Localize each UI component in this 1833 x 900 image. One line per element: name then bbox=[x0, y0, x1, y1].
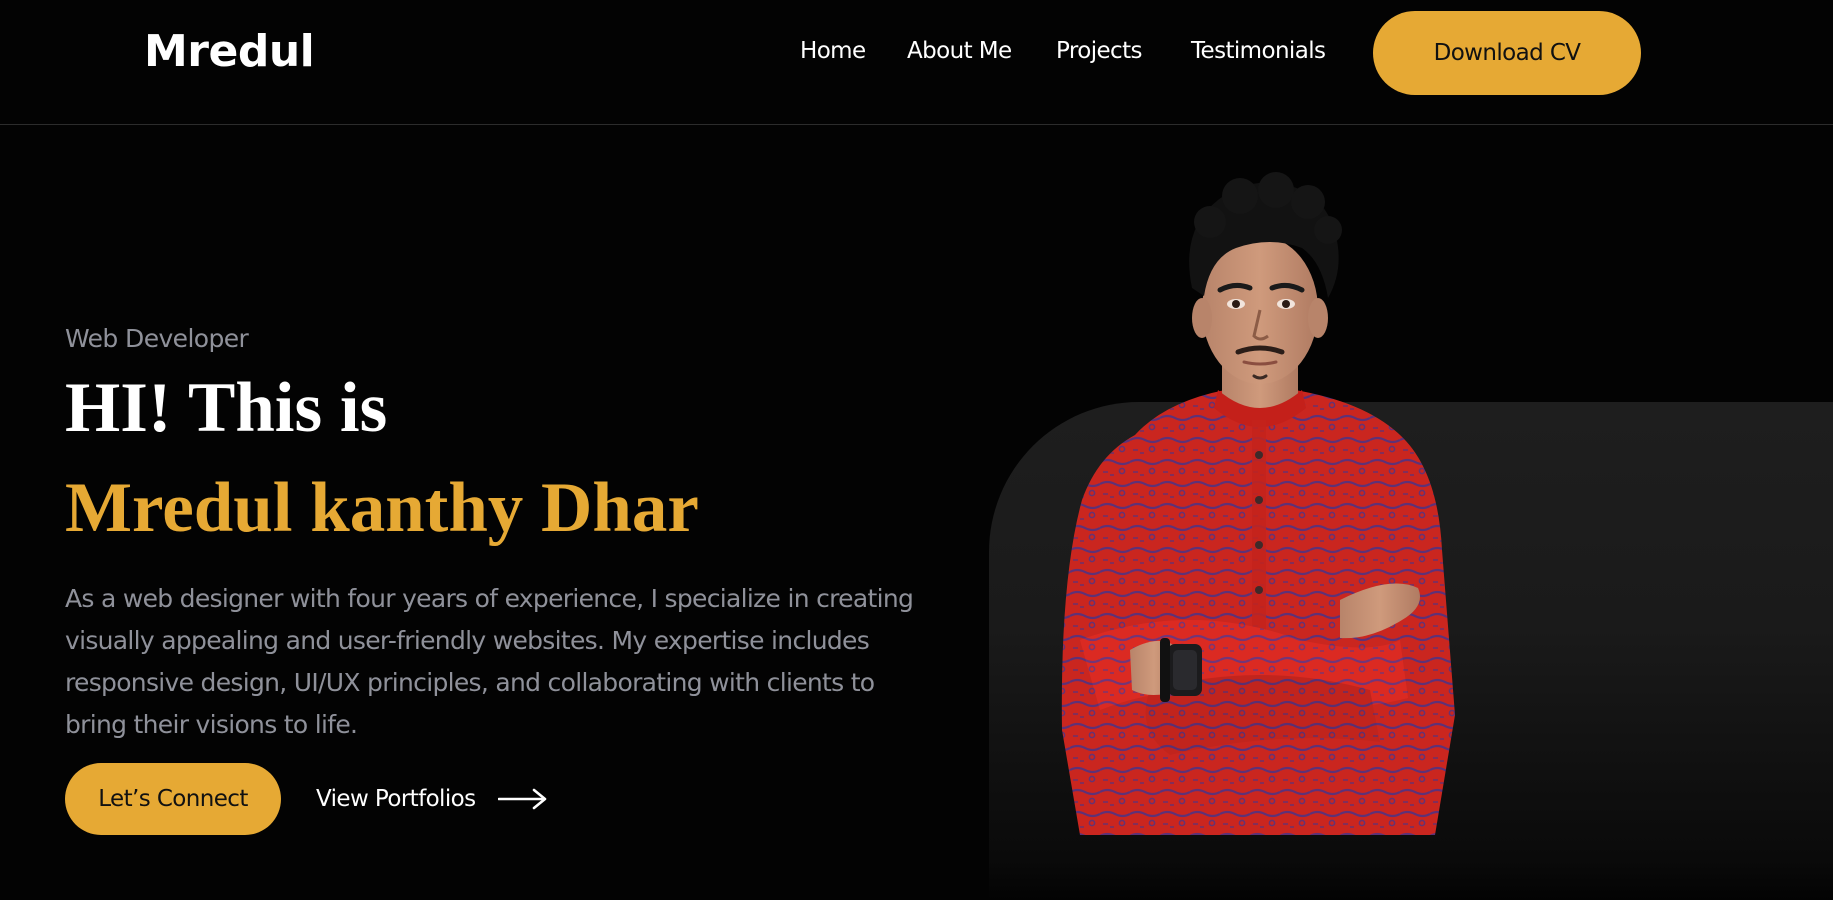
nav-projects[interactable]: Projects bbox=[1056, 38, 1142, 64]
profile-photo bbox=[1061, 172, 1455, 835]
site-logo[interactable]: Mredul bbox=[144, 26, 315, 77]
site-header: Mredul Home About Me Projects Testimonia… bbox=[0, 0, 1833, 125]
nav-testimonials[interactable]: Testimonials bbox=[1191, 38, 1326, 64]
view-portfolios-link[interactable]: View Portfolios bbox=[316, 782, 548, 816]
hero-role: Web Developer bbox=[65, 324, 249, 353]
lets-connect-button[interactable]: Let’s Connect bbox=[65, 763, 281, 835]
view-portfolios-label: View Portfolios bbox=[316, 786, 476, 812]
hero-name: Mredul kanthy Dhar bbox=[65, 469, 699, 547]
hero-bio: As a web designer with four years of exp… bbox=[65, 584, 914, 739]
arrow-right-icon bbox=[497, 788, 546, 810]
hero-greeting: HI! This is bbox=[65, 369, 388, 447]
nav-about-me[interactable]: About Me bbox=[907, 38, 1012, 64]
portfolio-page: Mredul Home About Me Projects Testimonia… bbox=[0, 0, 1833, 900]
nav-home[interactable]: Home bbox=[800, 38, 866, 64]
download-cv-button[interactable]: Download CV bbox=[1373, 11, 1641, 95]
